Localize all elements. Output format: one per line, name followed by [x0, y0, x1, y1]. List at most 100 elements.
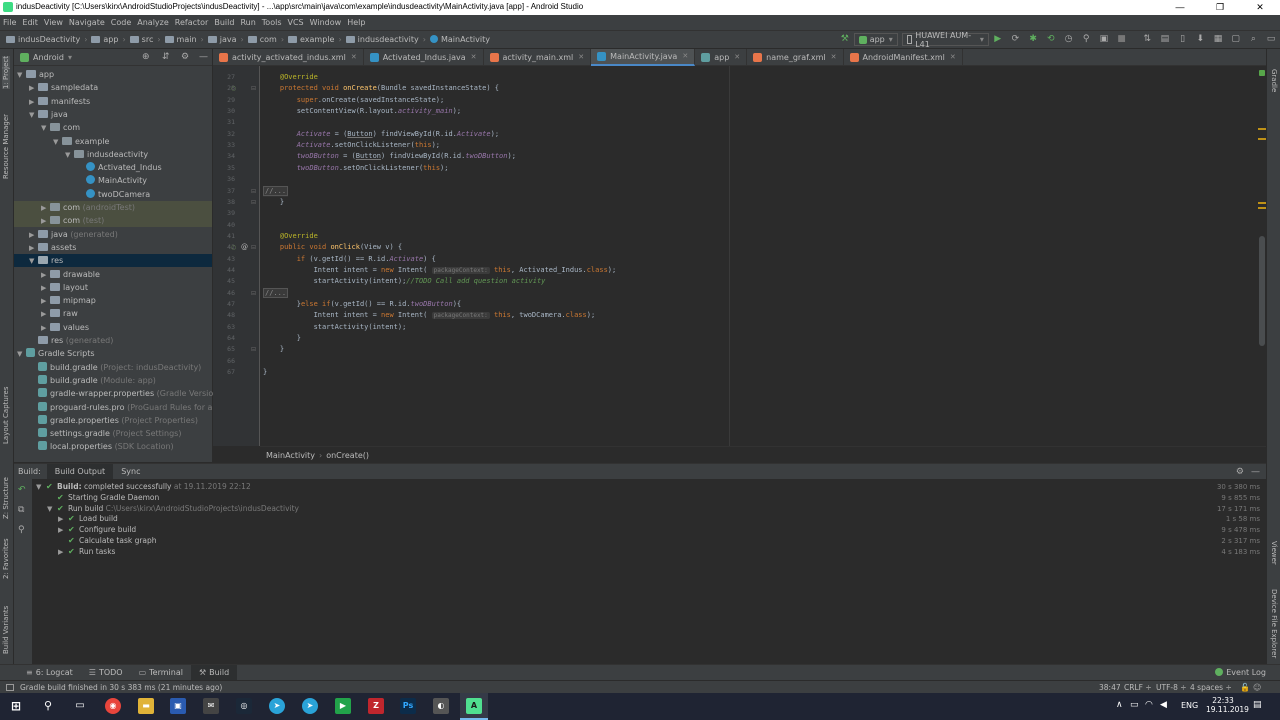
tree-item[interactable]: gradle-wrapper.properties (Gradle Versio…	[14, 387, 222, 400]
tree-item[interactable]: settings.gradle (Project Settings)	[14, 427, 212, 440]
build-tree-item[interactable]: ✔ Starting Gradle Daemon	[47, 492, 159, 503]
chevron-right-icon[interactable]: ▶	[41, 215, 50, 228]
pin-icon[interactable]: ⚲	[18, 525, 25, 535]
bottom-tab-todo[interactable]: ☰ TODO	[81, 665, 131, 681]
code-line[interactable]: @Override	[263, 231, 318, 242]
fold-toggle-icon[interactable]: ⊟	[251, 85, 256, 92]
menu-vcs[interactable]: VCS	[285, 15, 307, 30]
line-separator[interactable]: CRLF ÷	[1124, 683, 1152, 692]
hide-icon[interactable]: —	[199, 52, 208, 62]
warning-marker[interactable]	[1258, 138, 1266, 140]
fold-toggle-icon[interactable]: ⊟	[251, 346, 256, 353]
code-line[interactable]: setContentView(R.layout.activity_main);	[263, 106, 461, 117]
tree-item[interactable]: ▼ app	[14, 68, 212, 81]
chevron-down-icon[interactable]: ▾	[68, 53, 72, 62]
code-line[interactable]: }	[263, 344, 284, 355]
side-tab-structure[interactable]: Z: Structure	[2, 477, 10, 519]
build-tree-item[interactable]: ▼ ✔ Build: completed successfully at 19.11…	[36, 481, 251, 492]
fold-toggle-icon[interactable]: ⊟	[251, 244, 256, 251]
code-line[interactable]: protected void onCreate(Bundle savedInst…	[263, 83, 499, 94]
avd-manager-icon[interactable]: ▯	[1178, 34, 1188, 45]
photoshop-icon[interactable]: Ps	[400, 698, 416, 714]
inspector-icon[interactable]: ☺	[1253, 683, 1261, 692]
search-icon[interactable]: ⚲	[40, 698, 56, 714]
code-line[interactable]: Activate.setOnClickListener(this);	[263, 140, 440, 151]
close-tab-icon[interactable]: ✕	[831, 49, 837, 66]
editor-tab[interactable]: activity_main.xml ✕	[484, 48, 592, 66]
windows-start-icon[interactable]: ⊞	[8, 698, 24, 714]
code-line[interactable]: public void onClick(View v) {	[263, 242, 402, 253]
menu-file[interactable]: File	[0, 15, 19, 30]
layout-inspector-icon[interactable]: ▦	[1213, 34, 1223, 45]
close-tab-icon[interactable]: ✕	[351, 49, 357, 66]
code-line[interactable]: Activate = (Button) findViewById(R.id.Ac…	[263, 129, 499, 140]
side-tab-build-variants[interactable]: Build Variants	[2, 606, 10, 654]
apply-changes-icon[interactable]: ⟲	[1046, 34, 1056, 45]
menu-refactor[interactable]: Refactor	[172, 15, 212, 30]
chevron-right-icon[interactable]: ▶	[29, 96, 38, 109]
code-line[interactable]: //...	[263, 185, 289, 197]
code-line[interactable]: Intent intent = new Intent( packageConte…	[263, 310, 595, 321]
breadcrumb-item[interactable]: com	[247, 35, 277, 44]
warning-marker[interactable]	[1258, 207, 1266, 209]
code-editor[interactable]: @Override protected void onCreate(Bundle…	[260, 66, 1260, 446]
chevron-right-icon[interactable]: ▶	[41, 282, 50, 295]
app-icon[interactable]: ▶	[335, 698, 351, 714]
implements-icon[interactable]: @	[241, 243, 248, 251]
close-tab-icon[interactable]: ✕	[682, 48, 688, 65]
menu-build[interactable]: Build	[211, 15, 237, 30]
tree-item[interactable]: res (generated)	[14, 334, 212, 347]
build-tree-item[interactable]: ▼ ✔ Run build C:\Users\kirx\AndroidStudioP…	[47, 503, 299, 514]
scroll-thumb[interactable]	[1259, 236, 1265, 346]
fold-toggle-icon[interactable]: ⊟	[251, 199, 256, 206]
side-tab-resource-manager[interactable]: Resource Manager	[2, 114, 10, 179]
device-manager-icon[interactable]: ▢	[1231, 34, 1241, 45]
toggle-view-icon[interactable]: ⧉	[18, 505, 24, 515]
rerun-icon[interactable]: ⟳	[1011, 34, 1021, 45]
editor-tab[interactable]: name_graf.xml ✕	[747, 48, 844, 66]
code-line[interactable]: twoDButton.setOnClickListener(this);	[263, 163, 449, 174]
menu-window[interactable]: Window	[307, 15, 345, 30]
code-line[interactable]: }	[263, 367, 267, 378]
tree-item[interactable]: ▼ com	[14, 121, 212, 134]
tree-item[interactable]: ▶ drawable	[14, 268, 212, 281]
menu-code[interactable]: Code	[108, 15, 134, 30]
chevron-right-icon[interactable]: ▶	[41, 269, 50, 282]
breadcrumb-item[interactable]: src	[129, 35, 153, 44]
project-structure-icon[interactable]: ▤	[1160, 34, 1170, 45]
notifications-icon[interactable]: ▤	[1253, 700, 1262, 710]
tree-item[interactable]: ▶ assets	[14, 241, 212, 254]
tree-item[interactable]: ▼ Gradle Scripts	[14, 347, 212, 360]
code-line[interactable]: }	[263, 333, 301, 344]
tree-item[interactable]: ▶ com (test)	[14, 214, 212, 228]
menu-view[interactable]: View	[41, 15, 66, 30]
code-line[interactable]: @Override	[263, 72, 318, 83]
menu-tools[interactable]: Tools	[259, 15, 285, 30]
device-select[interactable]: HUAWEI AUM-L41 ▾	[901, 31, 989, 49]
tree-item[interactable]: MainActivity	[14, 174, 212, 187]
tree-item[interactable]: gradle.properties (Project Properties)	[14, 414, 212, 427]
editor-tab[interactable]: activity_activated_indus.xml ✕	[213, 48, 364, 66]
code-line[interactable]: super.onCreate(savedInstanceState);	[263, 95, 445, 106]
tab-build-output[interactable]: Build Output	[46, 464, 114, 479]
file-encoding[interactable]: UTF-8 ÷	[1156, 683, 1187, 692]
close-tab-icon[interactable]: ✕	[734, 49, 740, 66]
tree-item[interactable]: twoDCamera	[14, 188, 212, 201]
menu-navigate[interactable]: Navigate	[66, 15, 108, 30]
close-tab-icon[interactable]: ✕	[950, 49, 956, 66]
wifi-icon[interactable]: ◠	[1145, 700, 1153, 710]
side-tab-viewer[interactable]: Viewer	[1270, 541, 1278, 565]
editor-tab[interactable]: AndroidManifest.xml ✕	[844, 48, 963, 66]
breadcrumb-item[interactable]: app	[91, 35, 118, 44]
chevron-right-icon[interactable]: ▶	[29, 229, 38, 242]
code-line[interactable]: //...	[263, 287, 289, 299]
chevron-down-icon[interactable]: ▼	[36, 482, 46, 493]
tree-item[interactable]: build.gradle (Module: app)	[14, 374, 212, 387]
caret-position[interactable]: 38:47	[1099, 683, 1121, 692]
rebuild-icon[interactable]: ↶	[18, 485, 26, 495]
profile-icon[interactable]: ◷	[1064, 34, 1074, 45]
side-tab-favorites[interactable]: 2: Favorites	[2, 538, 10, 579]
chevron-right-icon[interactable]: ▶	[58, 547, 68, 558]
bottom-tab-build[interactable]: ⚒ Build	[190, 664, 238, 681]
code-line[interactable]: }	[263, 197, 284, 208]
